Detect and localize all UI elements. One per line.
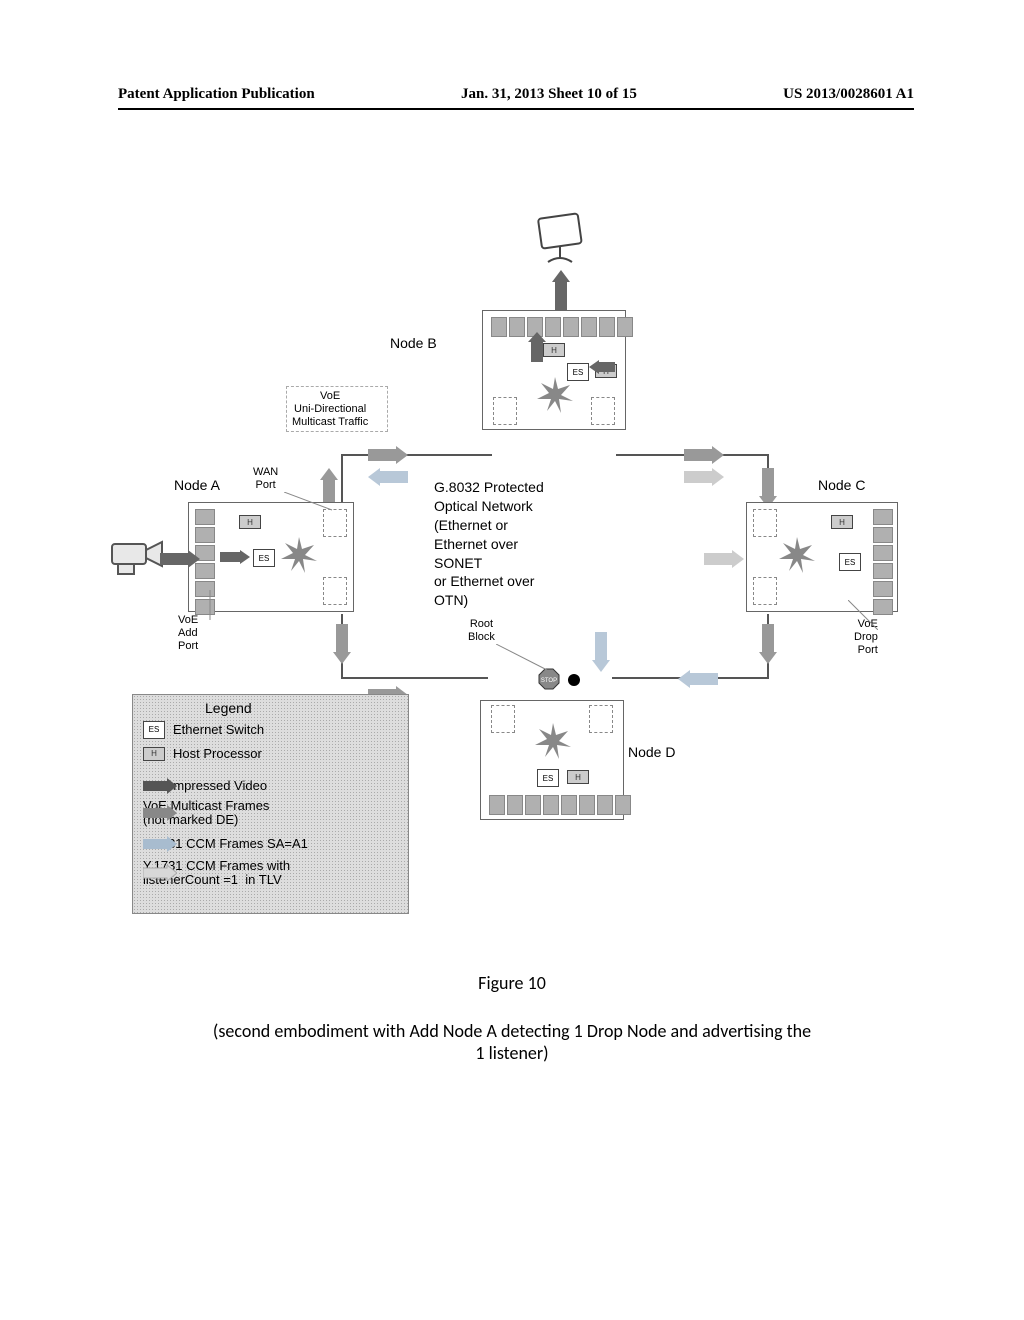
header-right: US 2013/0028601 A1 — [783, 86, 914, 103]
chip-hp-a: H — [239, 515, 261, 529]
switch-star-c — [779, 537, 815, 573]
header-rule — [118, 108, 914, 110]
port-b-right — [591, 397, 615, 425]
arrow-cb-in — [684, 468, 724, 486]
legend-row-es: ES Ethernet Switch — [143, 721, 264, 739]
root-block-dot — [568, 674, 580, 686]
label-wan-port: WAN Port — [253, 466, 278, 492]
leader-wan — [284, 492, 334, 512]
arrow-d-down — [592, 632, 610, 672]
switch-star-a — [281, 537, 317, 573]
chip-es-c: ES — [839, 553, 861, 571]
arrow-dc-in — [678, 670, 718, 688]
chip-es-d: ES — [537, 769, 559, 787]
header-center: Jan. 31, 2013 Sheet 10 of 15 — [461, 86, 637, 103]
label-node-a: Node A — [174, 477, 220, 494]
arrow-c-down2 — [759, 624, 777, 664]
port-c-top — [753, 509, 777, 537]
chip-hp-b: H — [543, 343, 565, 357]
figure-desc: (second embodiment with Add Node A detec… — [0, 1020, 1024, 1064]
svg-text:STOP: STOP — [541, 678, 557, 684]
label-network: G.8032 Protected Optical Network (Ethern… — [434, 478, 544, 610]
node-c: H ES — [746, 502, 898, 612]
label-root-block: Root Block — [468, 618, 495, 644]
header-left: Patent Application Publication — [118, 86, 315, 103]
arrow-b-internal-up — [528, 332, 546, 362]
arrow-a-internal — [220, 550, 250, 564]
arrow-ba-in — [368, 468, 408, 486]
leader-add — [206, 590, 218, 620]
label-node-d: Node D — [628, 744, 675, 761]
chip-es-a: ES — [253, 549, 275, 567]
arrow-b-internal-left — [589, 360, 615, 374]
arrow-bc-out — [684, 446, 724, 464]
voe-multicast-box — [286, 386, 388, 432]
monitor-icon — [534, 212, 588, 266]
label-node-c: Node C — [818, 477, 865, 494]
node-d: ES H — [480, 700, 624, 820]
port-d-left — [491, 705, 515, 733]
legend-title: Legend — [205, 700, 252, 716]
legend-row-hp: H Host Processor — [143, 747, 262, 761]
port-c-bottom — [753, 577, 777, 605]
chip-hp-d: H — [567, 770, 589, 784]
arrow-camera-in — [160, 550, 200, 568]
port-a-top — [323, 509, 347, 537]
arrow-ab-out — [368, 446, 408, 464]
label-voe-add: VoE Add Port — [178, 614, 198, 654]
label-node-b: Node B — [390, 335, 437, 352]
figure-caption: Figure 10 — [0, 972, 1024, 994]
legend-row-ccm2: Y.1731 CCM Frames with listenerCount =1 … — [143, 859, 290, 888]
arrow-b-to-monitor — [552, 270, 570, 310]
page-header: Patent Application Publication Jan. 31, … — [0, 86, 1024, 103]
legend-row-voe: VoE Multicast Frames (not marked DE) — [143, 799, 269, 828]
legend-row-ccm1: Y.1731 CCM Frames SA=A1 — [143, 837, 308, 851]
legend-row-uncompressed: Uncompressed Video — [143, 779, 267, 793]
switch-star-b — [537, 377, 573, 413]
chip-hp-c: H — [831, 515, 853, 529]
legend: Legend ES Ethernet Switch H Host Process… — [132, 694, 409, 914]
port-d-right — [589, 705, 613, 733]
network-diagram: Node B H ES H Node A — [118, 200, 898, 920]
camera-icon — [108, 532, 166, 578]
arrow-a-down — [333, 624, 351, 664]
port-a-bottom — [323, 577, 347, 605]
leader-root — [496, 644, 556, 674]
arrow-c-in — [704, 550, 744, 568]
leader-drop — [848, 600, 878, 630]
port-b-left — [493, 397, 517, 425]
switch-star-d — [535, 723, 571, 759]
